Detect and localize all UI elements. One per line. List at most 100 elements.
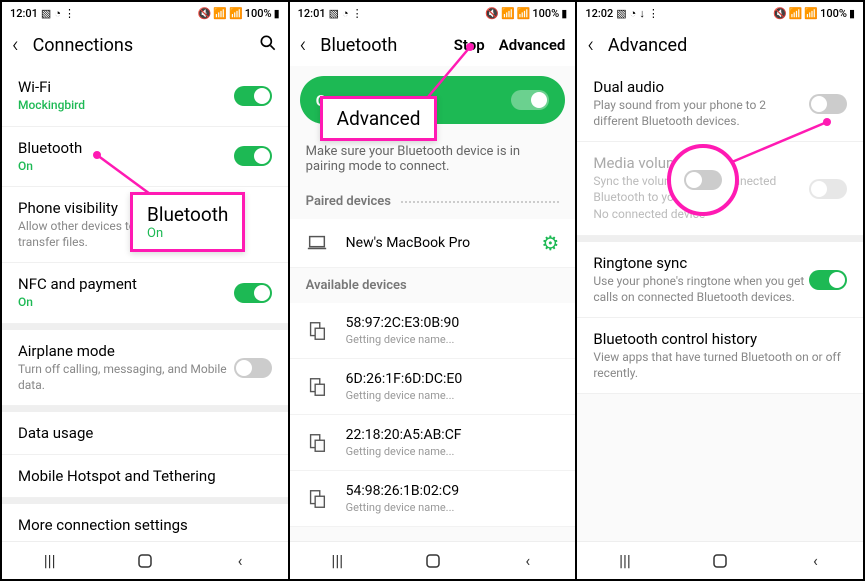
notif-icon: ▧ [329,7,339,20]
data-usage-row[interactable]: Data usage [2,412,288,455]
nfc-row[interactable]: NFC and payment On [2,263,288,324]
home-button[interactable] [422,550,444,572]
gear-icon[interactable]: ⚙ [541,231,559,255]
dual-audio-row[interactable]: Dual audio Play sound from your phone to… [577,66,863,142]
dual-audio-title: Dual audio [593,78,809,96]
notif-icon: ◔ [630,7,637,20]
laptop-icon [306,232,328,254]
back-button[interactable]: ‹ [229,550,251,572]
notif-icon: ◔ [342,7,349,20]
history-sub: View apps that have turned Bluetooth on … [593,350,847,381]
home-button[interactable] [709,550,731,572]
hotspot-row[interactable]: Mobile Hotspot and Tethering [2,455,288,498]
app-header: ‹ Bluetooth Stop Advanced [290,24,576,66]
wifi-title: Wi-Fi [18,78,234,96]
dual-audio-toggle[interactable] [809,94,847,114]
back-icon[interactable]: ‹ [12,33,19,58]
clock: 12:01 [298,7,326,20]
notif-icon: ⋮ [352,7,363,20]
more-settings-row[interactable]: More connection settings [2,504,288,541]
notif-icon: ◔ [54,7,61,20]
bt-pill-toggle[interactable] [511,90,549,110]
nfc-title: NFC and payment [18,275,234,293]
callout-bluetooth: Bluetooth On [130,192,245,252]
search-icon[interactable] [258,33,278,58]
airplane-title: Airplane mode [18,342,234,360]
signal-icon: 📶 [229,7,243,20]
device-status: Getting device name... [346,333,560,346]
available-device-row[interactable]: 22:18:20:A5:AB:CF Getting device name... [290,415,576,471]
notif-icon: ↓ [639,7,645,20]
page-title: Bluetooth [320,35,454,56]
recents-button[interactable]: ||| [326,550,348,572]
ringtone-title: Ringtone sync [593,254,809,272]
bluetooth-row[interactable]: Bluetooth On [2,127,288,188]
notif-icon: ⋮ [648,7,659,20]
clock: 12:02 [585,7,613,20]
stop-button[interactable]: Stop [454,36,485,54]
status-bar: 12:02 ▧ ◔ ↓ ⋮ 🔇 📶 📶 100% ▮ [577,2,863,24]
back-icon[interactable]: ‹ [587,33,594,58]
device-status: Getting device name... [346,445,560,458]
history-title: Bluetooth control history [593,330,847,348]
airplane-sub: Turn off calling, messaging, and Mobile … [18,362,234,393]
device-icon [306,432,328,454]
back-button[interactable]: ‹ [804,550,826,572]
hotspot-title: Mobile Hotspot and Tethering [18,467,272,485]
battery-icon: ▮ [274,7,280,20]
media-vol-toggle [809,179,847,199]
wifi-toggle[interactable] [234,86,272,106]
bluetooth-toggle[interactable] [234,146,272,166]
available-label: Available devices [290,268,576,303]
device-mac: 54:98:26:1B:02:C9 [346,483,560,499]
mute-icon: 🔇 [773,7,787,20]
airplane-row[interactable]: Airplane mode Turn off calling, messagin… [2,330,288,406]
wifi-sub: Mockingbird [18,98,234,114]
nfc-sub: On [18,295,234,311]
airplane-toggle[interactable] [234,358,272,378]
nav-bar: ||| ‹ [577,541,863,579]
app-header: ‹ Advanced [577,24,863,66]
device-mac: 22:18:20:A5:AB:CF [346,427,560,443]
recents-button[interactable]: ||| [614,550,636,572]
data-usage-title: Data usage [18,424,272,442]
home-button[interactable] [134,550,156,572]
recents-button[interactable]: ||| [39,550,61,572]
signal-icon: 📶 [804,7,818,20]
page-title: Connections [33,35,258,56]
back-icon[interactable]: ‹ [300,33,307,58]
ringtone-sync-row[interactable]: Ringtone sync Use your phone's ringtone … [577,242,863,318]
signal-icon: 📶 [517,7,531,20]
available-device-row[interactable]: 54:98:26:1B:02:C9 Getting device name... [290,471,576,527]
battery-icon: ▮ [561,7,567,20]
ringtone-sub: Use your phone's ringtone when you get c… [593,274,809,305]
device-icon [306,320,328,342]
mute-icon: 🔇 [485,7,499,20]
bluetooth-sub: On [18,159,234,175]
highlighted-toggle [684,170,722,190]
callout-toggle-circle [667,144,739,216]
pairing-hint: Make sure your Bluetooth device is in pa… [290,134,576,184]
nav-bar: ||| ‹ [2,541,288,579]
device-mac: 58:97:2C:E3:0B:90 [346,315,560,331]
status-bar: 12:01 ▧ ◔ ⋮ 🔇 📶 📶 100% ▮ [290,2,576,24]
wifi-icon: 📶 [789,7,803,20]
wifi-row[interactable]: Wi-Fi Mockingbird [2,66,288,127]
paired-device-row[interactable]: New's MacBook Pro ⚙ [290,219,576,268]
notif-icon: ⋮ [64,7,75,20]
mute-icon: 🔇 [198,7,212,20]
device-status: Getting device name... [346,501,560,514]
callout-title: Bluetooth [147,203,228,226]
back-button[interactable]: ‹ [517,550,539,572]
battery-icon: ▮ [849,7,855,20]
device-icon [306,488,328,510]
bt-history-row[interactable]: Bluetooth control history View apps that… [577,318,863,394]
available-device-row[interactable]: 58:97:2C:E3:0B:90 Getting device name... [290,303,576,359]
nfc-toggle[interactable] [234,283,272,303]
advanced-button[interactable]: Advanced [499,36,566,54]
available-device-row[interactable]: 6D:26:1F:6D:DC:E0 Getting device name... [290,359,576,415]
paired-label: Paired devices [290,184,576,219]
battery-pct: 100% [532,7,559,20]
notif-icon: ▧ [616,7,626,20]
ringtone-toggle[interactable] [809,270,847,290]
